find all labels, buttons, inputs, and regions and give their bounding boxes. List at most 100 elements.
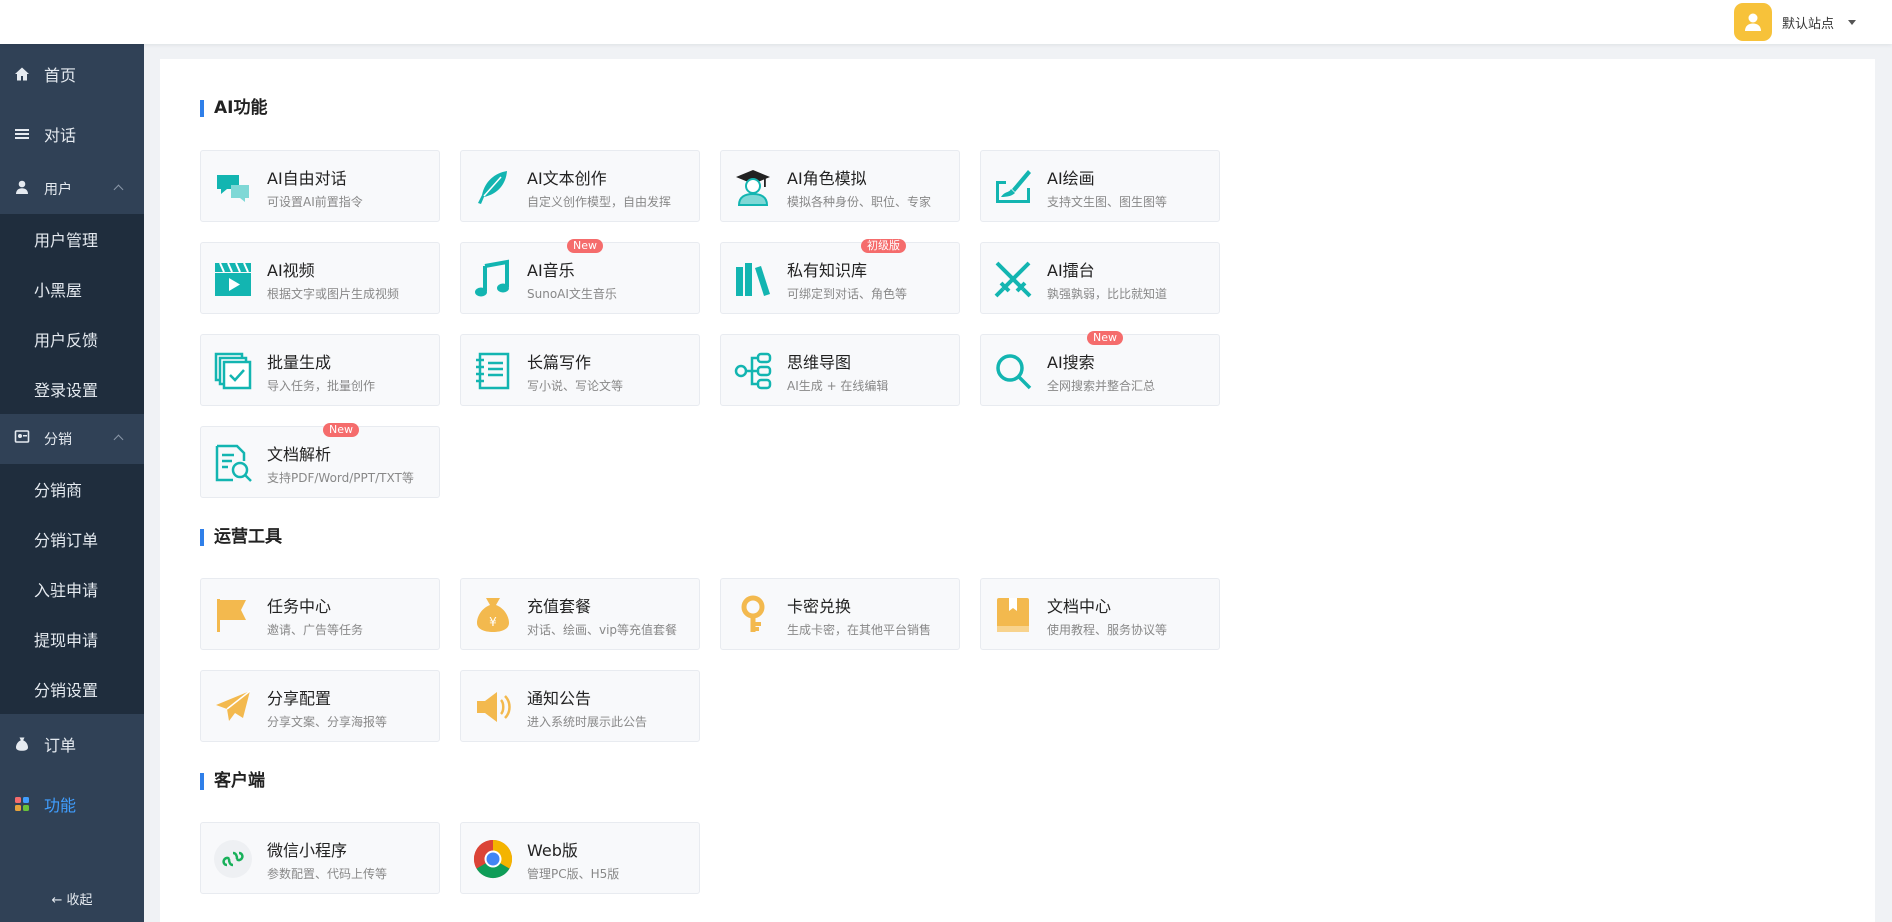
card-desc: 根据文字或图片生成视频 (267, 287, 400, 301)
card-desc: 管理PC版、H5版 (527, 867, 620, 881)
card-desc: 参数配置、代码上传等 (267, 867, 388, 881)
graduate-icon (733, 167, 773, 207)
card-desc: AI生成 + 在线编辑 (787, 379, 889, 393)
sidebar-distribution-submenu: 分销商 分销订单 入驻申请 提现申请 分销设置 (0, 464, 144, 714)
card-desc: 使用教程、服务协议等 (1047, 623, 1168, 637)
card-ai-chat[interactable]: AI自由对话 可设置AI前置指令 (200, 150, 440, 222)
speaker-icon (473, 687, 513, 727)
card-task-center[interactable]: 任务中心 邀请、广告等任务 (200, 578, 440, 650)
books-icon (733, 259, 773, 299)
card-recharge-package[interactable]: ¥ 充值套餐 对话、绘画、vip等充值套餐 (460, 578, 700, 650)
sidebar-item-features[interactable]: 功能 (0, 774, 144, 834)
avatar[interactable] (1733, 3, 1772, 41)
card-mind-map[interactable]: 思维导图 AI生成 + 在线编辑 (720, 334, 960, 406)
sidebar-item-distributors[interactable]: 分销商 (0, 464, 144, 514)
swords-icon (993, 259, 1033, 299)
card-title: 分享配置 (267, 689, 332, 708)
card-doc-parse[interactable]: 文档解析 支持PDF/Word/PPT/TXT等 New (200, 423, 440, 498)
card-ai-role[interactable]: AI角色模拟 模拟各种身份、职位、专家 (720, 150, 960, 222)
card-ai-music[interactable]: AI音乐 SunoAI文生音乐 New (460, 239, 700, 314)
sidebar-group-user[interactable]: 用户 (0, 164, 144, 214)
miniprogram-icon (213, 839, 253, 879)
card-title: AI文本创作 (527, 169, 607, 188)
card-card-redeem[interactable]: 卡密兑换 生成卡密，在其他平台销售 (720, 578, 960, 650)
sidebar-item-chat[interactable]: 对话 (0, 104, 144, 164)
card-desc: 分享文案、分享海报等 (267, 715, 388, 729)
card-title: 任务中心 (267, 597, 332, 616)
video-icon (213, 259, 253, 299)
card-desc: 生成卡密，在其他平台销售 (787, 623, 932, 637)
card-desc: 支持PDF/Word/PPT/TXT等 (267, 471, 414, 485)
search-icon (993, 351, 1033, 391)
sidebar-item-user-management[interactable]: 用户管理 (0, 214, 144, 264)
caret-down-icon[interactable] (1848, 19, 1856, 25)
card-title: 批量生成 (267, 353, 332, 372)
card-ai-video[interactable]: AI视频 根据文字或图片生成视频 (200, 242, 440, 314)
notebook-icon (473, 351, 513, 391)
sidebar-label-chat: 对话 (44, 126, 77, 145)
top-bar: 默认站点 (0, 0, 1892, 44)
card-title: AI搜索 (1047, 353, 1095, 372)
site-name[interactable]: 默认站点 (1782, 13, 1834, 32)
money-bag-icon (14, 736, 30, 752)
sidebar-item-home[interactable]: 首页 (0, 44, 144, 104)
sidebar-item-user-feedback[interactable]: 用户反馈 (0, 314, 144, 364)
chrome-icon (473, 839, 513, 879)
card-doc-center[interactable]: 文档中心 使用教程、服务协议等 (980, 578, 1220, 650)
sidebar-label-orders: 订单 (44, 736, 77, 755)
sidebar-item-login-settings[interactable]: 登录设置 (0, 364, 144, 414)
card-desc: 支持文生图、图生图等 (1047, 195, 1168, 209)
sidebar-item-join-requests[interactable]: 入驻申请 (0, 564, 144, 614)
svg-text:¥: ¥ (489, 615, 497, 629)
sidebar-label-features: 功能 (44, 796, 77, 815)
card-desc: 孰强孰弱，比比就知道 (1047, 287, 1168, 301)
card-desc: 邀请、广告等任务 (267, 623, 364, 637)
card-share-config[interactable]: 分享配置 分享文案、分享海报等 (200, 670, 440, 742)
card-title: AI视频 (267, 261, 315, 280)
key-icon (733, 595, 773, 635)
card-desc: 模拟各种身份、职位、专家 (787, 195, 932, 209)
sidebar-item-distribution-orders[interactable]: 分销订单 (0, 514, 144, 564)
card-announcement[interactable]: 通知公告 进入系统时展示此公告 (460, 670, 700, 742)
card-ai-text[interactable]: AI文本创作 自定义创作模型，自由发挥 (460, 150, 700, 222)
paper-plane-icon (213, 687, 253, 727)
card-batch-generate[interactable]: 批量生成 导入任务，批量创作 (200, 334, 440, 406)
sidebar-item-withdraw-requests[interactable]: 提现申请 (0, 614, 144, 664)
card-long-writing[interactable]: 长篇写作 写小说、写论文等 (460, 334, 700, 406)
sidebar-label-distribution: 分销 (44, 432, 72, 448)
apps-grid-icon (14, 796, 30, 812)
sidebar: 首页 对话 用户 用户管理 小黑屋 用户反馈 登录设置 分销 分销商 分销订单 … (0, 44, 144, 922)
sidebar-item-blacklist[interactable]: 小黑屋 (0, 264, 144, 314)
collapse-label: 收起 (66, 893, 93, 908)
new-badge: New (567, 239, 603, 253)
mindmap-icon (733, 351, 773, 391)
card-ai-paint[interactable]: AI绘画 支持文生图、图生图等 (980, 150, 1220, 222)
card-title: 卡密兑换 (787, 597, 852, 616)
card-knowledge-base[interactable]: 私有知识库 可绑定到对话、角色等 初级版 (720, 239, 960, 314)
new-badge: New (1087, 331, 1123, 345)
sidebar-user-submenu: 用户管理 小黑屋 用户反馈 登录设置 (0, 214, 144, 414)
site-switcher[interactable]: 默认站点 (1733, 2, 1856, 42)
chevron-up-icon (113, 434, 124, 445)
card-desc: 全网搜索并整合汇总 (1047, 379, 1156, 393)
user-icon (1744, 13, 1761, 31)
batch-icon (213, 351, 253, 391)
card-title: AI角色模拟 (787, 169, 867, 188)
card-wechat-miniprogram[interactable]: 微信小程序 参数配置、代码上传等 (200, 822, 440, 894)
menu-lines-icon (14, 126, 30, 142)
sidebar-item-orders[interactable]: 订单 (0, 714, 144, 774)
card-ai-search[interactable]: AI搜索 全网搜索并整合汇总 New (980, 331, 1220, 406)
sidebar-group-distribution[interactable]: 分销 (0, 414, 144, 464)
sidebar-item-distribution-settings[interactable]: 分销设置 (0, 664, 144, 714)
card-title: AI擂台 (1047, 261, 1095, 280)
card-desc: 对话、绘画、vip等充值套餐 (527, 623, 678, 637)
card-title: 长篇写作 (527, 353, 592, 372)
collapse-button[interactable]: ← 收起 (0, 889, 144, 908)
doc-parse-icon (213, 443, 253, 483)
card-desc: 写小说、写论文等 (527, 379, 624, 393)
feather-icon (473, 167, 513, 207)
card-title: 微信小程序 (267, 841, 348, 860)
card-ai-arena[interactable]: AI擂台 孰强孰弱，比比就知道 (980, 242, 1220, 314)
card-web-version[interactable]: Web版 管理PC版、H5版 (460, 822, 700, 894)
card-title: 私有知识库 (787, 261, 868, 280)
